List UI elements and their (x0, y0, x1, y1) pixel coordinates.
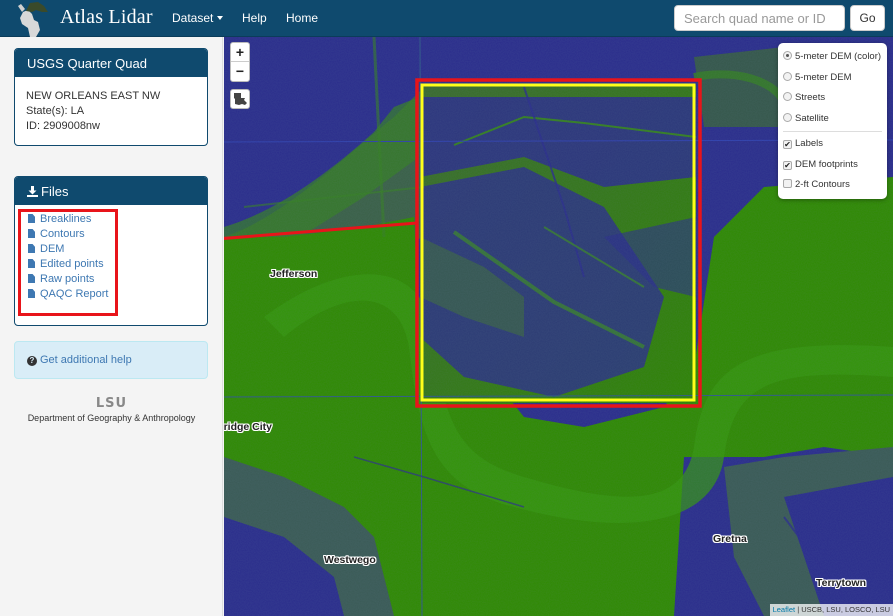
nav-dataset-dropdown[interactable]: Dataset (172, 11, 224, 25)
layer-label: 5-meter DEM (795, 71, 852, 83)
sidebar: USGS Quarter Quad NEW ORLEANS EAST NW St… (0, 37, 223, 616)
quad-panel-title: USGS Quarter Quad (15, 49, 207, 77)
file-icon (28, 274, 35, 283)
file-link-edited-points[interactable]: Edited points (28, 257, 207, 272)
map-canvas[interactable]: + − 5-meter DEM (color) 5-meter DEM Stre… (224, 37, 893, 616)
caret-down-icon (217, 15, 224, 20)
file-link-contours[interactable]: Contours (28, 227, 207, 242)
checkbox-checked[interactable]: ✔ (783, 140, 792, 149)
file-link-breaklines[interactable]: Breaklines (28, 212, 207, 227)
layer-option-5m-dem[interactable]: 5-meter DEM (783, 68, 887, 89)
file-label: DEM (40, 243, 65, 255)
files-list: Breaklines Contours DEM Edited points Ra… (15, 205, 207, 302)
zoom-control: + − (230, 42, 250, 82)
nav-home[interactable]: Home (286, 11, 318, 25)
help-label: Get additional help (40, 354, 132, 366)
overlay-option-labels[interactable]: ✔ Labels (783, 134, 887, 155)
file-icon (28, 289, 35, 298)
home-extent-button[interactable] (230, 89, 250, 109)
overlay-label: Labels (795, 138, 823, 149)
question-circle-icon: ? (27, 356, 37, 366)
overlay-label: DEM footprints (795, 158, 858, 170)
files-panel: Files Breaklines Contours DEM Edited poi… (14, 176, 208, 326)
get-help-link[interactable]: ? Get additional help (14, 341, 208, 379)
place-label-bridge-city: Bridge City (224, 421, 273, 433)
nav-help[interactable]: Help (242, 11, 267, 25)
layers-control: 5-meter DEM (color) 5-meter DEM Streets … (778, 43, 887, 199)
file-icon (28, 214, 35, 223)
radio-selected[interactable] (783, 51, 792, 60)
file-label: QAQC Report (40, 288, 109, 300)
file-link-qaqc-report[interactable]: QAQC Report (28, 287, 207, 302)
quad-id: ID: 2909008nw (26, 120, 100, 132)
file-link-dem[interactable]: DEM (28, 242, 207, 257)
checkbox-checked[interactable]: ✔ (783, 160, 792, 170)
lsu-logo: LSU (95, 396, 128, 411)
department-label: Department of Geography & Anthropology (27, 413, 196, 423)
files-panel-title: Files (41, 184, 69, 199)
quad-name: NEW ORLEANS EAST NW (26, 90, 161, 102)
statue-logo-icon[interactable] (8, 0, 54, 37)
files-panel-heading: Files (15, 177, 207, 205)
file-icon (28, 259, 35, 268)
app-title[interactable]: Atlas Lidar (60, 6, 153, 29)
nav-dataset-label: Dataset (172, 11, 214, 25)
leaflet-link[interactable]: Leaflet (773, 605, 796, 614)
layer-option-streets[interactable]: Streets (783, 88, 887, 109)
attribution-text: | USCB, LSU, LOSCO, LSU (797, 605, 890, 614)
checkbox-unchecked[interactable] (783, 179, 792, 188)
layer-label: Satellite (795, 112, 829, 124)
file-label: Contours (40, 228, 85, 240)
radio-unselected[interactable] (783, 92, 792, 101)
overlay-label: 2-ft Contours (795, 179, 850, 190)
zoom-out-button[interactable]: − (231, 62, 249, 81)
layers-separator (783, 131, 882, 132)
layer-label: Streets (795, 92, 826, 103)
layer-option-5m-dem-color[interactable]: 5-meter DEM (color) (783, 47, 887, 68)
file-icon (28, 229, 35, 238)
place-label-jefferson: Jefferson (270, 268, 318, 280)
layer-option-satellite[interactable]: Satellite (783, 109, 887, 130)
louisiana-state-icon (234, 93, 247, 105)
overlay-option-dem-footprints[interactable]: ✔ DEM footprints (783, 155, 887, 176)
file-link-raw-points[interactable]: Raw points (28, 272, 207, 287)
file-label: Edited points (40, 258, 104, 270)
overlay-option-2ft-contours[interactable]: 2-ft Contours (783, 175, 887, 196)
place-label-gretna: Gretna (713, 533, 747, 545)
download-icon (27, 186, 38, 197)
search-input[interactable] (674, 5, 845, 31)
file-label: Breaklines (40, 213, 92, 225)
file-icon (28, 244, 35, 253)
zoom-in-button[interactable]: + (231, 43, 249, 62)
navbar: Atlas Lidar Dataset Help Home Go (0, 0, 893, 37)
layer-label: 5-meter DEM (color) (795, 51, 882, 62)
map-attribution: Leaflet | USCB, LSU, LOSCO, LSU (769, 604, 893, 616)
place-label-terrytown: Terrytown (816, 577, 866, 589)
quad-states: State(s): LA (26, 105, 85, 117)
quad-panel: USGS Quarter Quad NEW ORLEANS EAST NW St… (14, 48, 208, 146)
go-button[interactable]: Go (850, 5, 885, 31)
place-label-westwego: Westwego (324, 554, 376, 566)
radio-unselected[interactable] (783, 112, 792, 122)
file-label: Raw points (40, 273, 95, 285)
radio-unselected[interactable] (783, 71, 792, 81)
